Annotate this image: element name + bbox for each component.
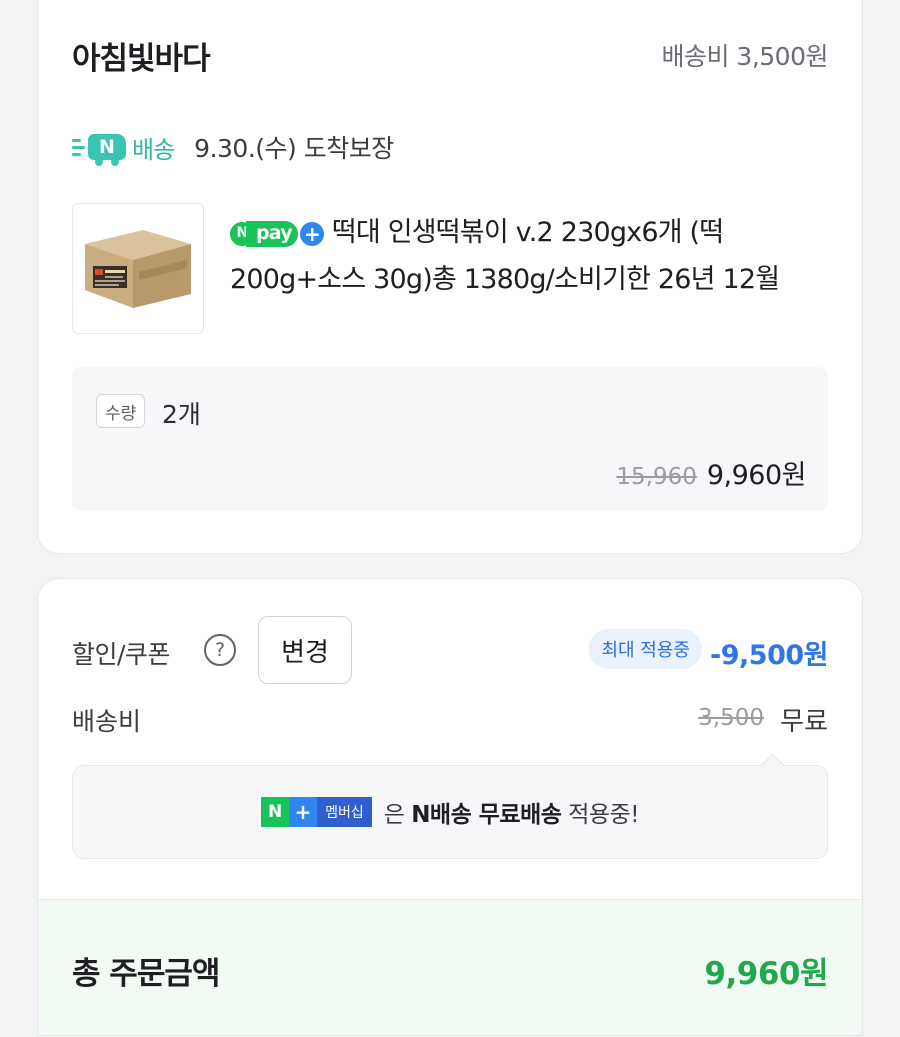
plus-icon: + [299,221,324,246]
product-info[interactable]: N pay + 떡대 인생떡볶이 v.2 230gx6개 (떡200g+소스 3… [230,209,830,303]
store-name[interactable]: 아침빛바다 [72,33,211,78]
quantity-value: 2개 [162,400,201,429]
total-amount: 9,960원 [704,956,828,992]
quantity-price-box: 수량 2개 15,960 9,960원 [72,367,828,511]
total-bar: 총 주문금액 9,960원 [38,899,862,1035]
store-shipping-fee: 배송비 3,500원 [661,42,828,71]
shipping-label: 배송비 [72,707,142,736]
payment-summary-card: 할인/쿠폰 ? 변경 최대 적용중 -9,500원 배송비 3,500 무료 N… [37,578,863,1036]
discount-coupon-label: 할인/쿠폰 [72,640,170,669]
n-delivery-truck-icon: N [72,134,126,166]
original-price: 15,960 [616,464,697,490]
membership-notice: N + 멤버십 은 N배송 무료배송 적용중! [72,765,828,859]
sale-price: 9,960원 [706,460,807,491]
npay-plus-badge: N pay + [230,220,324,247]
help-icon[interactable]: ? [204,634,236,666]
max-applied-badge: 최대 적용중 [589,629,702,669]
membership-text: 은 N배송 무료배송 적용중! [383,802,640,828]
total-label: 총 주문금액 [72,956,220,992]
price-row: 15,960 9,960원 [616,453,806,492]
delivery-info: N 배송 9.30.(수) 도착보장 [72,129,394,166]
product-box-image [73,204,203,333]
shipping-free: 무료 [780,707,828,737]
change-coupon-button[interactable]: 변경 [258,616,352,684]
product-thumbnail[interactable] [72,203,204,334]
n-plus-membership-badge: N + 멤버십 [261,797,372,827]
shipping-original-fee: 3,500 [698,705,764,731]
delivery-date: 9.30.(수) 도착보장 [194,134,394,163]
quantity-label: 수량 [96,394,146,428]
order-store-card: 아침빛바다 배송비 3,500원 N 배송 9.30.(수) 도착보장 N pa… [37,0,863,554]
product-title-text: N pay + 떡대 인생떡볶이 v.2 230gx6개 (떡200g+소스 3… [230,209,830,303]
discount-amount: -9,500원 [710,640,828,671]
plus-icon: + [289,797,318,827]
n-delivery-label: 배송 [132,135,175,164]
